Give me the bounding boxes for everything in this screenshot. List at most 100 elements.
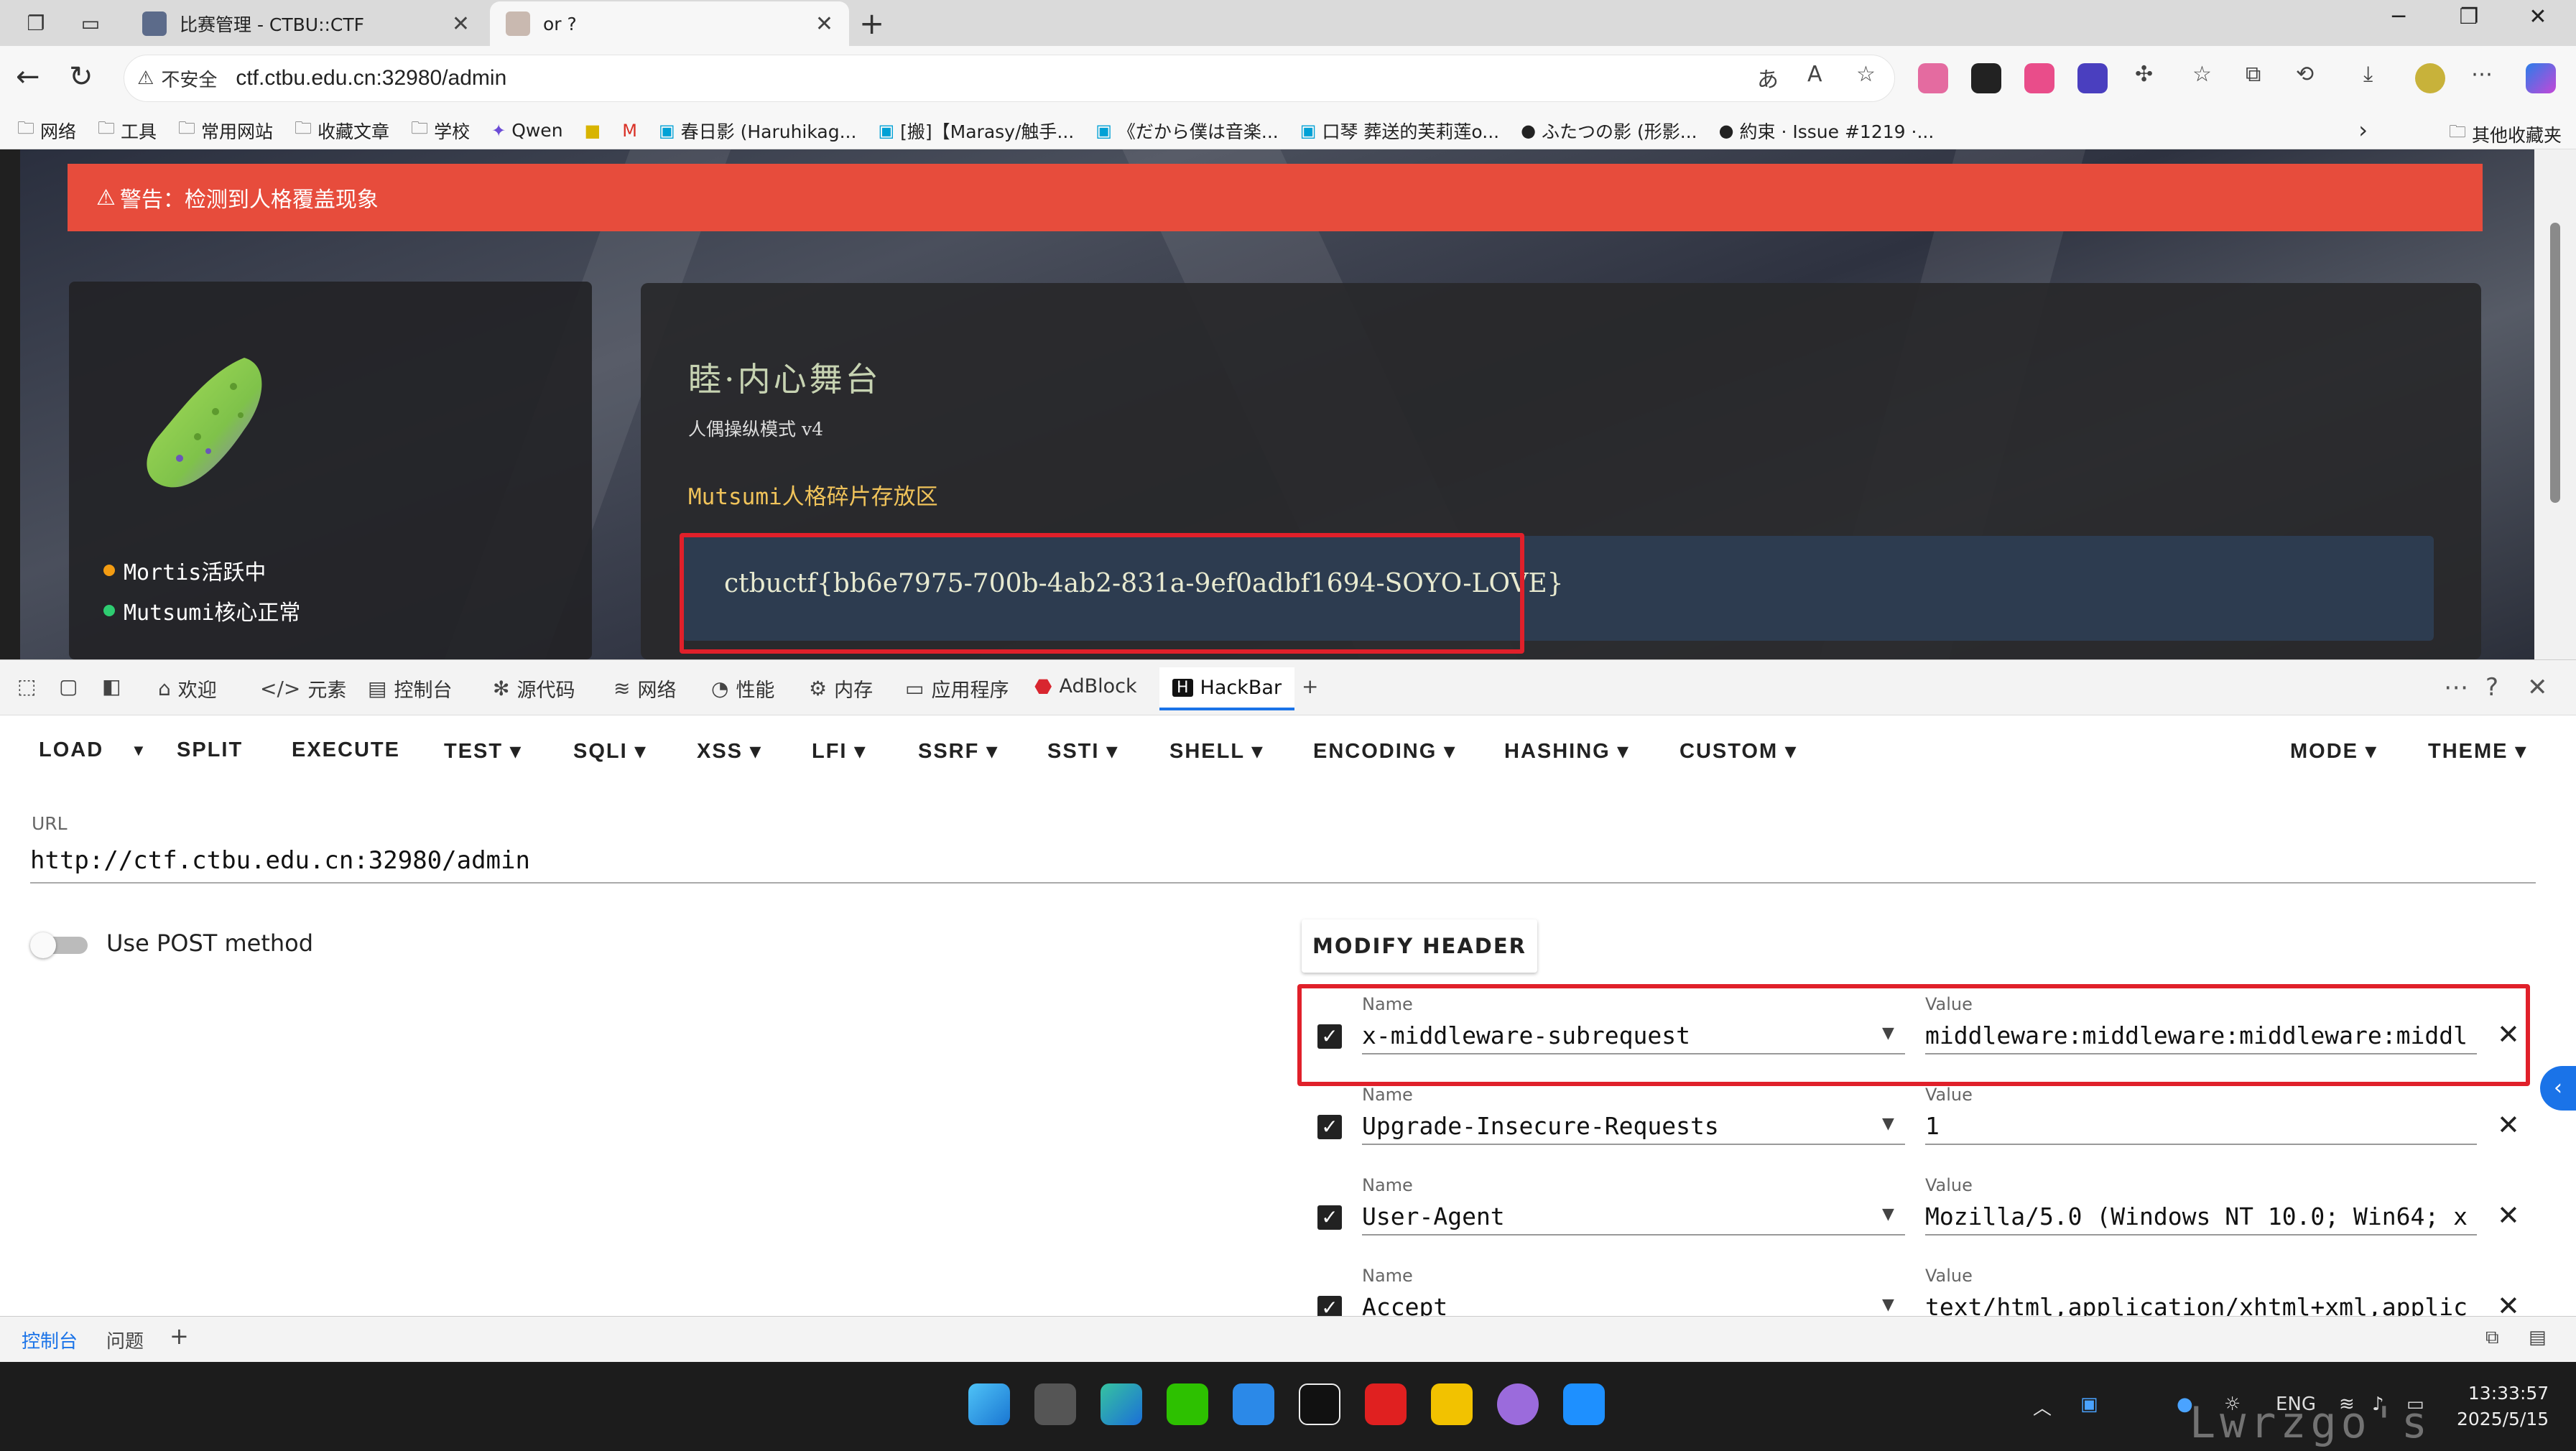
copilot-icon[interactable] <box>2526 63 2556 93</box>
header-value-input[interactable]: Mozilla/5.0 (Windows NT 10.0; Win64; x <box>1925 1197 2477 1236</box>
drawer-add-icon[interactable]: + <box>170 1322 189 1350</box>
more-menu-icon[interactable]: ⋯ <box>2471 62 2493 87</box>
menu-execute[interactable]: EXECUTE <box>292 738 400 762</box>
back-icon[interactable]: ← <box>16 60 40 93</box>
drawer-tab-console[interactable]: 控制台 <box>22 1327 78 1353</box>
insecure-label[interactable]: 不安全 <box>161 65 217 92</box>
warning-icon[interactable]: ⚠ <box>137 68 154 89</box>
bookmark-link[interactable]: ▣ 春日影 (Haruhikag... <box>659 118 857 144</box>
history-icon[interactable]: ⟲ <box>2296 62 2314 87</box>
close-window-icon[interactable]: ✕ <box>2513 4 2563 29</box>
extension-icon[interactable] <box>1918 63 1948 93</box>
close-tab-icon[interactable]: ✕ <box>452 11 470 37</box>
bookmark-folder[interactable]: 🗀 学校 <box>411 116 470 145</box>
menu-split[interactable]: SPLIT <box>177 738 243 762</box>
header-value-input[interactable]: text/html,application/xhtml+xml,applic <box>1925 1287 2477 1316</box>
browser-tab-2[interactable]: or ? ✕ <box>490 1 849 46</box>
devtools-more-icon[interactable]: ⋯ <box>2444 673 2468 702</box>
header-name-input[interactable]: Upgrade-Insecure-Requests <box>1362 1106 1905 1145</box>
extension-icon[interactable] <box>2077 63 2108 93</box>
bookmark-folder[interactable]: 🗀 工具 <box>98 116 157 145</box>
tab-adblock[interactable]: ⬣ AdBlock <box>1034 674 1137 698</box>
load-dropdown-icon[interactable]: ▼ <box>131 741 148 760</box>
file-explorer-icon[interactable] <box>1431 1383 1473 1425</box>
post-method-toggle[interactable] <box>30 932 89 958</box>
name-dropdown-icon[interactable]: ▼ <box>1882 1296 1894 1314</box>
remove-header-icon[interactable]: ✕ <box>2497 1290 2520 1316</box>
search-app-icon[interactable] <box>1233 1383 1274 1425</box>
tab-network[interactable]: ≋ 网络 <box>613 674 676 703</box>
menu-ssrf[interactable]: SSRF ▾ <box>918 738 999 764</box>
modify-header-button[interactable]: MODIFY HEADER <box>1302 919 1537 973</box>
tab-sources[interactable]: ✻ 源代码 <box>493 674 575 703</box>
favorite-star-icon[interactable]: ☆ <box>1856 62 1876 87</box>
qq-icon[interactable] <box>1299 1383 1340 1425</box>
menu-lfi[interactable]: LFI ▾ <box>812 738 866 764</box>
read-aloud-icon[interactable]: A <box>1807 62 1822 87</box>
close-devtools-icon[interactable]: ✕ <box>2527 673 2548 702</box>
cat-app-icon[interactable] <box>1497 1383 1539 1425</box>
tray-chevron-icon[interactable]: ︿ <box>2033 1394 2052 1420</box>
menu-custom[interactable]: CUSTOM ▾ <box>1680 738 1797 764</box>
menu-encoding[interactable]: ENCODING ▾ <box>1313 738 1456 764</box>
bookmark-folder[interactable]: 🗀 常用网站 <box>178 116 273 145</box>
menu-ssti[interactable]: SSTI ▾ <box>1047 738 1118 764</box>
drawer-dock-icon[interactable]: ⧉ <box>2485 1327 2499 1349</box>
extensions-puzzle-icon[interactable]: ✣ <box>2135 62 2153 87</box>
bookmark-link[interactable]: ▣ 口琴 葬送的芙莉莲o... <box>1300 118 1499 144</box>
menu-theme[interactable]: THEME ▾ <box>2428 738 2527 764</box>
url-input[interactable]: http://ctf.ctbu.edu.cn:32980/admin <box>30 839 2536 884</box>
tab-hackbar[interactable]: H HackBar <box>1159 667 1295 710</box>
new-tab-icon[interactable]: + <box>859 6 884 41</box>
tab-actions-icon[interactable]: ▭ <box>75 7 106 39</box>
bookmark-link[interactable]: ▣ 《だから僕は音楽... <box>1095 118 1279 144</box>
reload-icon[interactable]: ↻ <box>69 60 93 93</box>
bookmark-link[interactable]: ▣ [搬]【Marasy/触手... <box>878 118 1074 144</box>
bookmark-link[interactable]: ■ <box>585 121 601 141</box>
address-url[interactable]: ctf.ctbu.edu.cn:32980/admin <box>236 66 506 91</box>
inspect-icon[interactable]: ⬚ <box>17 674 36 698</box>
help-icon[interactable]: ? <box>2485 673 2498 702</box>
bookmark-link[interactable]: ● 約束 · Issue #1219 ·... <box>1719 118 1935 144</box>
header-name-input[interactable]: Accept <box>1362 1287 1905 1316</box>
netease-music-icon[interactable] <box>1365 1383 1407 1425</box>
header-enabled-checkbox[interactable]: ✓ <box>1317 1115 1342 1139</box>
browser-tab-1[interactable]: 比赛管理 - CTBU::CTF ✕ <box>126 1 486 46</box>
omnibox[interactable]: ⚠ 不安全 ctf.ctbu.edu.cn:32980/admin <box>124 55 1895 102</box>
drawer-expand-icon[interactable]: ▤ <box>2529 1327 2547 1348</box>
download-icon[interactable]: ⤓ <box>2363 62 2373 87</box>
name-dropdown-icon[interactable]: ▼ <box>1882 1115 1894 1133</box>
menu-test[interactable]: TEST ▾ <box>444 738 522 764</box>
restore-icon[interactable]: ❐ <box>2444 4 2494 29</box>
drawer-tab-issues[interactable]: 问题 <box>106 1327 144 1353</box>
tab-elements[interactable]: </> 元素 <box>260 674 346 703</box>
favorites-icon[interactable]: ☆ <box>2192 62 2212 87</box>
bookmark-folder[interactable]: 🗀 收藏文章 <box>295 116 389 145</box>
menu-shell[interactable]: SHELL ▾ <box>1169 738 1264 764</box>
header-enabled-checkbox[interactable]: ✓ <box>1317 1296 1342 1316</box>
translate-icon[interactable]: あ <box>1757 62 1779 93</box>
bookmark-link[interactable]: ✦ Qwen <box>491 120 562 141</box>
tray-app-icon[interactable]: ▣ <box>2080 1394 2098 1415</box>
close-tab-icon[interactable]: ✕ <box>815 11 833 37</box>
tab-console[interactable]: ▤ 控制台 <box>368 674 452 703</box>
remove-header-icon[interactable]: ✕ <box>2497 1200 2520 1231</box>
minimize-icon[interactable]: ─ <box>2373 4 2424 29</box>
menu-sqli[interactable]: SQLI ▾ <box>573 738 647 764</box>
more-bookmarks-chevron-icon[interactable]: › <box>2358 116 2368 144</box>
page-scrollbar-thumb[interactable] <box>2550 223 2560 503</box>
bookmark-folder[interactable]: 🗀 网络 <box>17 116 76 145</box>
menu-hashing[interactable]: HASHING ▾ <box>1504 738 1629 764</box>
add-panel-icon[interactable]: + <box>1302 674 1318 698</box>
header-enabled-checkbox[interactable]: ✓ <box>1317 1205 1342 1230</box>
workspaces-icon[interactable]: ❐ <box>20 7 52 39</box>
app-icon[interactable] <box>1563 1383 1605 1425</box>
remove-header-icon[interactable]: ✕ <box>2497 1109 2520 1141</box>
tab-performance[interactable]: ◔ 性能 <box>711 674 774 703</box>
extension-icon[interactable] <box>2024 63 2054 93</box>
bookmark-link[interactable]: ● ふたつの影 (形影... <box>1521 118 1697 144</box>
other-bookmarks-folder[interactable]: 🗀 其他收藏夹 <box>2449 119 2562 149</box>
header-name-input[interactable]: User-Agent <box>1362 1197 1905 1236</box>
header-value-input[interactable]: 1 <box>1925 1106 2477 1145</box>
extension-icon[interactable] <box>1971 63 2001 93</box>
